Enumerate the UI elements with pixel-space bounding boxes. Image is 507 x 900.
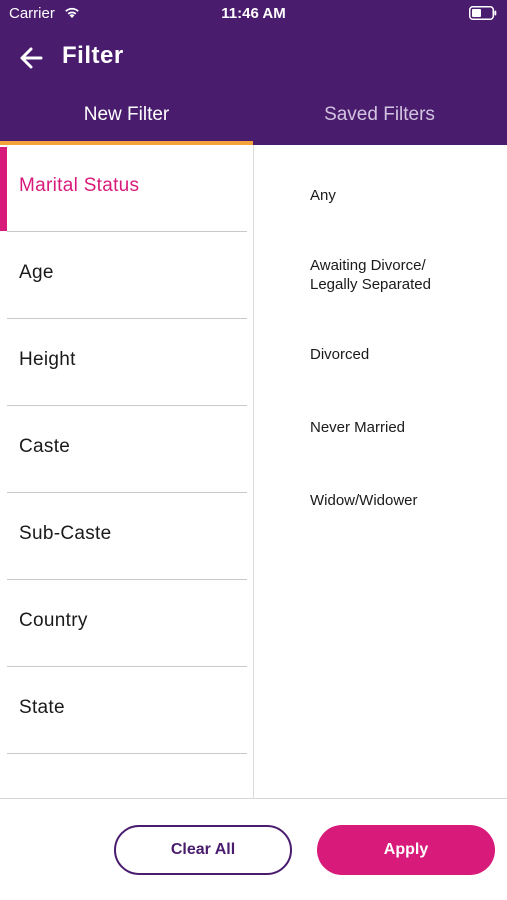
tab-saved-filters-label: Saved Filters xyxy=(324,104,435,125)
apply-button[interactable]: Apply xyxy=(317,825,495,875)
category-state[interactable]: State xyxy=(0,667,253,754)
category-country[interactable]: Country xyxy=(0,580,253,667)
clear-all-button[interactable]: Clear All xyxy=(114,825,292,875)
option-widow-widower[interactable]: Widow/Widower xyxy=(310,491,418,510)
divider xyxy=(7,753,247,754)
tab-saved-filters[interactable]: Saved Filters xyxy=(253,100,506,145)
filter-category-list: Marital Status Age Height Caste Sub-Cast… xyxy=(0,145,253,798)
app-header: Carrier 11:46 AM Filter New Filter Saved… xyxy=(0,0,507,145)
option-never-married[interactable]: Never Married xyxy=(310,418,405,437)
option-divorced[interactable]: Divorced xyxy=(310,345,369,364)
option-any[interactable]: Any xyxy=(310,186,336,205)
tab-new-filter[interactable]: New Filter xyxy=(0,100,253,145)
footer-divider xyxy=(0,798,507,799)
category-label: State xyxy=(19,697,65,718)
active-category-marker xyxy=(0,147,7,231)
option-awaiting-divorce[interactable]: Awaiting Divorce/ Legally Separated xyxy=(310,256,431,294)
clock-label: 11:46 AM xyxy=(221,5,286,22)
status-bar: Carrier 11:46 AM xyxy=(0,0,507,28)
battery-icon xyxy=(469,6,497,20)
category-label: Height xyxy=(19,349,76,370)
category-label: Country xyxy=(19,610,88,631)
page-title: Filter xyxy=(62,42,124,69)
category-height[interactable]: Height xyxy=(0,319,253,406)
back-arrow-icon[interactable] xyxy=(16,42,48,74)
category-marital-status[interactable]: Marital Status xyxy=(0,145,253,232)
panel-divider xyxy=(253,145,254,798)
category-sub-caste[interactable]: Sub-Caste xyxy=(0,493,253,580)
category-label: Caste xyxy=(19,436,71,457)
category-label: Age xyxy=(19,262,54,283)
category-label: Sub-Caste xyxy=(19,523,112,544)
tab-new-filter-label: New Filter xyxy=(83,104,170,125)
category-label: Marital Status xyxy=(19,175,140,196)
category-age[interactable]: Age xyxy=(0,232,253,319)
category-caste[interactable]: Caste xyxy=(0,406,253,493)
